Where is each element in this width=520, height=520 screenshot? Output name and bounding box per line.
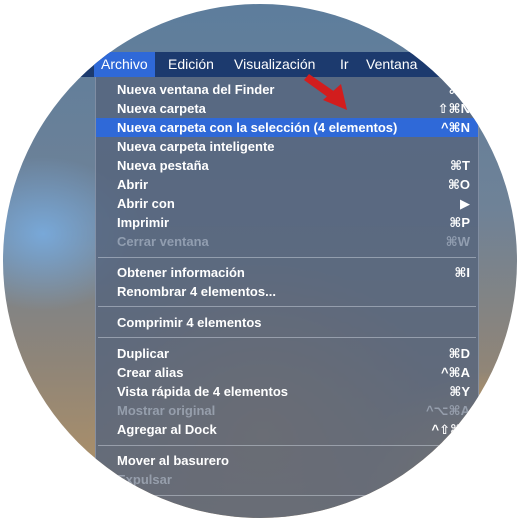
menu-item-shortcut: ⌘D — [448, 346, 470, 361]
menu-item-agregar-al-dock[interactable]: Agregar al Dock ^⇧⌘T — [96, 420, 478, 439]
menu-archivo[interactable]: Archivo — [94, 52, 155, 77]
menu-bar: Archivo Edición Visualización Ir Ventana — [3, 52, 517, 77]
menu-item-shortcut: ⇧⌘N — [437, 101, 470, 116]
menu-item-obtener-informacion[interactable]: Obtener información ⌘I — [96, 263, 478, 282]
menu-edicion[interactable]: Edición — [161, 52, 221, 77]
menu-item-label: Imprimir — [117, 215, 170, 230]
menu-item-shortcut: ⌘P — [449, 215, 470, 230]
menu-item-label: Renombrar 4 elementos... — [117, 284, 276, 299]
menu-separator — [98, 495, 476, 496]
menu-item-shortcut: ^⌥⌘A — [425, 403, 470, 418]
menu-item-nueva-ventana[interactable]: Nueva ventana del Finder ⌘N — [96, 80, 478, 99]
circular-screenshot-frame: Archivo Edición Visualización Ir Ventana… — [3, 4, 517, 518]
menu-separator — [98, 306, 476, 307]
menu-item-nueva-carpeta-inteligente[interactable]: Nueva carpeta inteligente — [96, 137, 478, 156]
menu-item-shortcut: ⌘Y — [449, 384, 470, 399]
menu-item-label: Mostrar original — [117, 403, 216, 418]
menu-item-label: Expulsar — [117, 472, 172, 487]
menu-item-label: Nueva carpeta con la selección (4 elemen… — [117, 120, 398, 135]
menu-item-nueva-carpeta-seleccion[interactable]: Nueva carpeta con la selección (4 elemen… — [96, 118, 478, 137]
menu-ventana[interactable]: Ventana — [359, 52, 424, 77]
menu-item-shortcut: ^⌘A — [440, 365, 470, 380]
menu-item-shortcut: ⌘W — [445, 234, 470, 249]
menu-separator — [98, 445, 476, 446]
menu-item-crear-alias[interactable]: Crear alias ^⌘A — [96, 363, 478, 382]
menu-item-label: Cerrar ventana — [117, 234, 209, 249]
menu-item-label: Obtener información — [117, 265, 245, 280]
red-pointer-arrow-icon — [304, 74, 347, 110]
menu-item-mover-al-basurero[interactable]: Mover al basurero — [96, 451, 478, 470]
menu-item-shortcut: ⌘I — [454, 265, 470, 280]
menu-item-shortcut: ⌘T — [449, 158, 470, 173]
menu-separator — [98, 257, 476, 258]
menu-item-expulsar: Expulsar — [96, 470, 478, 489]
menu-item-imprimir[interactable]: Imprimir ⌘P — [96, 213, 478, 232]
menu-item-comprimir[interactable]: Comprimir 4 elementos — [96, 313, 478, 332]
menu-item-label: Comprimir 4 elementos — [117, 315, 262, 330]
menu-separator — [98, 337, 476, 338]
menu-item-shortcut: ⌘O — [447, 177, 470, 192]
menu-item-abrir[interactable]: Abrir ⌘O — [96, 175, 478, 194]
menu-item-nueva-carpeta[interactable]: Nueva carpeta ⇧⌘N — [96, 99, 478, 118]
menu-item-label: Vista rápida de 4 elementos — [117, 384, 288, 399]
submenu-arrow-icon: ▶ — [460, 196, 470, 211]
menu-item-label: Nueva carpeta — [117, 101, 206, 116]
menu-item-renombrar[interactable]: Renombrar 4 elementos... — [96, 282, 478, 301]
menu-item-vista-rapida[interactable]: Vista rápida de 4 elementos ⌘Y — [96, 382, 478, 401]
menu-item-shortcut: ⌘N — [448, 82, 470, 97]
menu-item-label: Nueva pestaña — [117, 158, 209, 173]
menu-item-shortcut: ^⌘N — [440, 120, 470, 135]
menu-item-label: Agregar al Dock — [117, 422, 217, 437]
menu-item-cerrar-ventana: Cerrar ventana ⌘W — [96, 232, 478, 251]
menu-item-label: Nueva carpeta inteligente — [117, 139, 275, 154]
menu-item-label: Crear alias — [117, 365, 184, 380]
menu-item-shortcut: ^⇧⌘T — [431, 422, 471, 437]
menu-item-duplicar[interactable]: Duplicar ⌘D — [96, 344, 478, 363]
menu-item-label: Duplicar — [117, 346, 170, 361]
menu-item-nueva-pestana[interactable]: Nueva pestaña ⌘T — [96, 156, 478, 175]
menu-item-label: Abrir — [117, 177, 149, 192]
menu-item-mostrar-original: Mostrar original ^⌥⌘A — [96, 401, 478, 420]
menu-item-abrir-con[interactable]: Abrir con ▶ — [96, 194, 478, 213]
menu-item-label: Mover al basurero — [117, 453, 229, 468]
menu-item-label: Nueva ventana del Finder — [117, 82, 275, 97]
menu-item-label: Abrir con — [117, 196, 175, 211]
archivo-dropdown-menu: Nueva ventana del Finder ⌘N Nueva carpet… — [95, 77, 479, 518]
